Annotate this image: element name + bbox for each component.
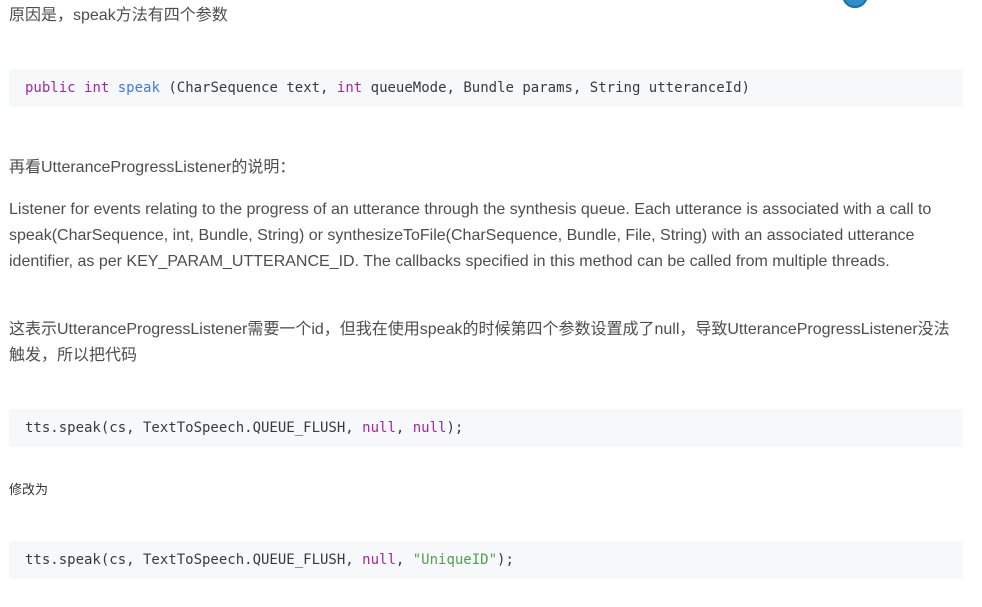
explanation-paragraph: 这表示UtteranceProgressListener需要一个id，但我在使用… <box>9 321 950 364</box>
code-function-name: speak <box>117 80 160 96</box>
code-literal: null <box>412 420 447 436</box>
code-text: tts.speak(cs, TextToSpeech.QUEUE_FLUSH, <box>25 552 363 568</box>
code-literal: null <box>362 420 396 436</box>
code-keyword: public <box>25 80 76 96</box>
code-text: , <box>395 552 413 568</box>
code-keyword: int <box>336 80 363 96</box>
code-text: tts.speak(cs, TextToSpeech.QUEUE_FLUSH, <box>25 420 363 436</box>
code-block-original-call: tts.speak(cs, TextToSpeech.QUEUE_FLUSH, … <box>9 409 963 447</box>
intro-paragraph: 原因是，speak方法有四个参数 <box>9 7 228 24</box>
code-text: queueMode, Bundle params, String utteran… <box>362 80 750 96</box>
code-string: "UniqueID" <box>412 552 498 568</box>
code-literal: null <box>362 552 396 568</box>
listener-intro-paragraph: 再看UtteranceProgressListener的说明： <box>9 159 296 176</box>
modify-label: 修改为 <box>9 482 49 497</box>
code-text: , <box>395 420 413 436</box>
doc-quote-paragraph: Listener for events relating to the prog… <box>9 201 932 270</box>
code-text: ); <box>446 420 464 436</box>
code-block-speak-signature: public int speak (CharSequence text, int… <box>9 69 963 107</box>
code-block-modified-call: tts.speak(cs, TextToSpeech.QUEUE_FLUSH, … <box>9 541 963 579</box>
code-text: ); <box>497 552 514 568</box>
code-keyword: int <box>84 80 110 96</box>
code-text: (CharSequence text, <box>159 80 337 96</box>
